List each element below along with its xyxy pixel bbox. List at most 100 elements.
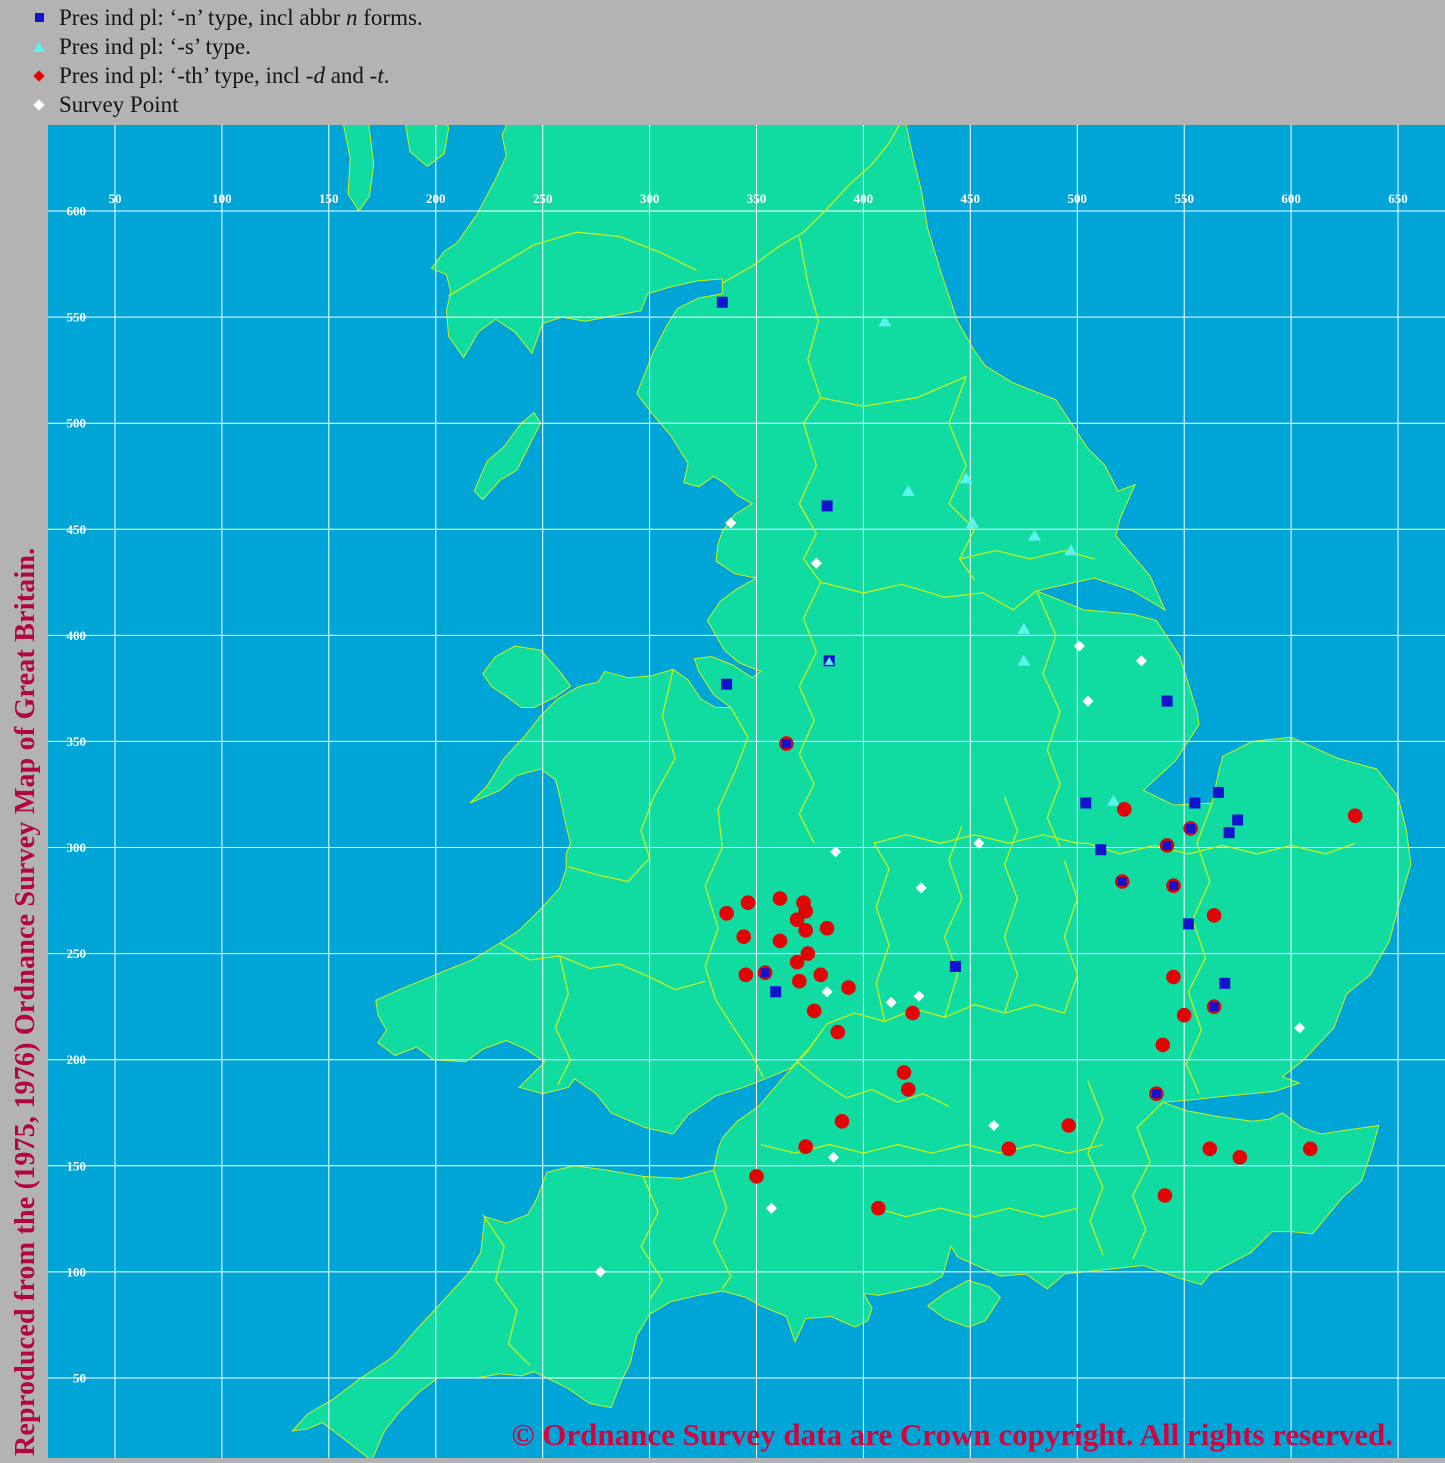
marker-pres-ind-pl-th bbox=[1155, 1037, 1171, 1053]
marker-pres-ind-pl-th bbox=[772, 891, 788, 906]
marker-pres-ind-pl-n bbox=[1151, 1089, 1161, 1099]
marker-pres-ind-pl-n bbox=[781, 739, 791, 749]
marker-pres-ind-pl-th bbox=[834, 1114, 850, 1129]
y-tick-label: 300 bbox=[67, 840, 87, 855]
red-diamond-icon bbox=[33, 69, 45, 82]
marker-pres-ind-pl-th bbox=[901, 1082, 916, 1097]
marker-pres-ind-pl-n bbox=[760, 968, 770, 978]
marker-pres-ind-pl-n bbox=[1080, 797, 1092, 809]
y-tick-label: 50 bbox=[73, 1371, 86, 1386]
copyright-notice: © Ordnance Survey data are Crown copyrig… bbox=[511, 1417, 1393, 1452]
marker-pres-ind-pl-th bbox=[830, 1024, 846, 1040]
y-tick-label: 200 bbox=[67, 1052, 87, 1067]
marker-pres-ind-pl-n bbox=[949, 960, 961, 972]
side-caption: Reproduced from the (1975, 1976) Ordnanc… bbox=[10, 547, 41, 1456]
marker-pres-ind-pl-th bbox=[819, 920, 835, 936]
marker-pres-ind-pl-th bbox=[749, 1169, 764, 1184]
x-tick-label: 150 bbox=[319, 191, 339, 206]
marker-pres-ind-pl-th bbox=[1347, 808, 1363, 823]
marker-pres-ind-pl-th bbox=[798, 1139, 813, 1154]
marker-pres-ind-pl-n bbox=[1209, 1002, 1219, 1012]
marker-pres-ind-pl-n bbox=[1169, 881, 1178, 891]
marker-pres-ind-pl-th bbox=[719, 906, 734, 921]
y-tick-label: 250 bbox=[67, 946, 87, 961]
marker-pres-ind-pl-th bbox=[1061, 1118, 1076, 1133]
marker-pres-ind-pl-th bbox=[1206, 908, 1222, 923]
x-tick-label: 200 bbox=[426, 191, 446, 206]
white-diamond-icon bbox=[33, 98, 45, 111]
marker-pres-ind-pl-n bbox=[1212, 786, 1224, 798]
marker-pres-ind-pl-th bbox=[736, 929, 751, 944]
marker-pres-ind-pl-th bbox=[738, 967, 754, 983]
map-canvas: 50 100 150 200 250 300 350 400 450 500 550 600 650 60… bbox=[48, 104, 1445, 1462]
marker-pres-ind-pl-th bbox=[1001, 1141, 1017, 1157]
x-tick-label: 650 bbox=[1388, 191, 1408, 206]
x-tick-label: 100 bbox=[212, 191, 232, 206]
legend-items: Pres ind pl: ‘-n’ type, incl abbr n form… bbox=[0, 3, 1445, 119]
y-tick-label: 400 bbox=[67, 628, 87, 643]
marker-pres-ind-pl-th bbox=[813, 967, 828, 983]
y-tick-label: 500 bbox=[67, 416, 87, 431]
marker-pres-ind-pl-n bbox=[1232, 814, 1244, 826]
marker-pres-ind-pl-n bbox=[1189, 797, 1201, 809]
marker-pres-ind-pl-th bbox=[871, 1200, 886, 1216]
marker-pres-ind-pl-th bbox=[1232, 1150, 1248, 1165]
y-tick-label: 150 bbox=[67, 1158, 87, 1173]
marker-pres-ind-pl-n bbox=[1223, 827, 1235, 839]
x-tick-label: 400 bbox=[854, 191, 874, 206]
blue-square-icon bbox=[34, 13, 44, 22]
y-tick-label: 450 bbox=[67, 522, 87, 537]
marker-pres-ind-pl-th bbox=[789, 954, 805, 970]
marker-pres-ind-pl-th bbox=[798, 923, 813, 938]
y-tick-label: 600 bbox=[67, 204, 87, 219]
x-tick-label: 600 bbox=[1281, 191, 1301, 206]
x-tick-label: 500 bbox=[1068, 191, 1088, 206]
coastline-island bbox=[926, 1279, 1001, 1328]
y-tick-label: 100 bbox=[67, 1264, 87, 1279]
marker-pres-ind-pl-n bbox=[1095, 844, 1107, 856]
marker-pres-ind-pl-n bbox=[821, 500, 833, 512]
coastline-island bbox=[473, 411, 542, 501]
marker-pres-ind-pl-th bbox=[1176, 1007, 1192, 1023]
legend-item-survey-point: Survey Point bbox=[0, 90, 1445, 119]
marker-pres-ind-pl-th bbox=[896, 1065, 912, 1080]
marker-pres-ind-pl-th bbox=[792, 973, 807, 989]
legend-item-n-type: Pres ind pl: ‘-n’ type, incl abbr n form… bbox=[0, 3, 1445, 32]
legend-label: Pres ind pl: ‘-s’ type. bbox=[59, 34, 251, 59]
marker-pres-ind-pl-n bbox=[1182, 918, 1194, 930]
coastline-island bbox=[405, 104, 450, 168]
marker-pres-ind-pl-th bbox=[740, 895, 756, 910]
legend-label: Pres ind pl: ‘-n’ type, incl abbr n form… bbox=[59, 5, 423, 30]
marker-pres-ind-pl-n bbox=[1219, 977, 1231, 989]
coastline-island bbox=[482, 645, 572, 708]
coastline-mainland bbox=[291, 104, 1412, 1462]
marker-pres-ind-pl-th bbox=[841, 980, 856, 995]
legend-label: Survey Point bbox=[59, 92, 179, 117]
marker-pres-ind-pl-th bbox=[1117, 802, 1132, 817]
x-tick-label: 300 bbox=[640, 191, 660, 206]
land-great-britain bbox=[291, 104, 1412, 1462]
marker-pres-ind-pl-n bbox=[721, 678, 733, 690]
legend: Pres ind pl: ‘-n’ type, incl abbr n form… bbox=[0, 0, 1445, 125]
x-tick-label: 450 bbox=[961, 191, 981, 206]
y-tick-label: 350 bbox=[67, 734, 87, 749]
x-tick-label: 50 bbox=[109, 191, 122, 206]
map-area: 50 100 150 200 250 300 350 400 450 500 550 600 650 60… bbox=[48, 104, 1445, 1462]
marker-pres-ind-pl-n bbox=[1161, 695, 1173, 707]
marker-pres-ind-pl-th bbox=[1303, 1141, 1318, 1157]
legend-label: Pres ind pl: ‘-th’ type, incl -d and -t. bbox=[59, 63, 390, 88]
legend-item-s-type: Pres ind pl: ‘-s’ type. bbox=[0, 32, 1445, 61]
marker-pres-ind-pl-n bbox=[770, 986, 782, 998]
marker-pres-ind-pl-n bbox=[1117, 877, 1127, 886]
x-tick-label: 550 bbox=[1174, 191, 1194, 206]
marker-pres-ind-pl-n bbox=[1186, 823, 1196, 833]
marker-pres-ind-pl-th bbox=[905, 1005, 920, 1021]
marker-pres-ind-pl-n bbox=[716, 296, 728, 308]
marker-pres-ind-pl-th bbox=[806, 1003, 822, 1019]
x-tick-label: 250 bbox=[533, 191, 553, 206]
left-margin: Reproduced from the (1975, 1976) Ordnanc… bbox=[0, 125, 48, 1458]
marker-pres-ind-pl-th bbox=[1157, 1188, 1173, 1203]
legend-item-th-type: Pres ind pl: ‘-th’ type, incl -d and -t. bbox=[0, 61, 1445, 90]
x-tick-label: 350 bbox=[747, 191, 767, 206]
y-tick-label: 550 bbox=[67, 310, 87, 325]
